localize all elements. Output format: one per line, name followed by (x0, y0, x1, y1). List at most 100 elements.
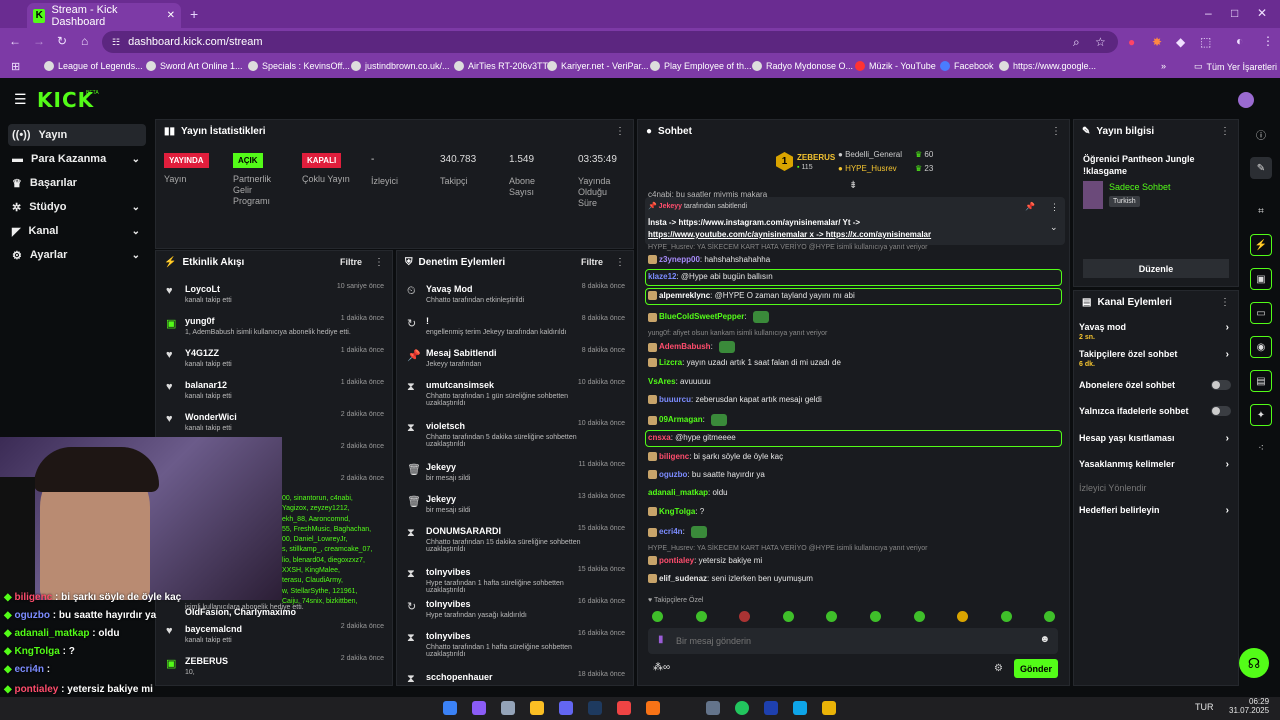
top-gifter-3[interactable]: ● HYPE_Husrev (838, 164, 897, 173)
moderation-target[interactable]: Jekeyy (426, 494, 456, 504)
emote-icon[interactable] (652, 611, 663, 622)
start-icon[interactable] (443, 701, 457, 715)
chevron-down-icon[interactable]: ⌄ (1050, 222, 1058, 233)
activity-user[interactable]: Y4G1ZZ (185, 348, 219, 358)
bookmark-0[interactable]: League of Legends... (44, 61, 143, 71)
minimize-icon[interactable]: – (1205, 6, 1212, 20)
sidebar-item-ayarlar[interactable]: ⚙ Ayarlar ⌄ (8, 244, 146, 266)
app-icon-2[interactable] (706, 701, 720, 715)
clock[interactable]: 06:29 31.07.2025 (1229, 697, 1269, 715)
collapse-icon[interactable]: ⇟ (849, 180, 857, 191)
chat-icon[interactable]: ▭ (1250, 302, 1272, 324)
channel-action[interactable]: Yalnızca ifadelerle sohbet (1079, 406, 1231, 416)
bolt-icon[interactable]: ⚡ (1250, 234, 1272, 256)
chat-settings-icon[interactable]: ⚙ (994, 663, 1003, 674)
more-bookmarks-icon[interactable]: » (1161, 61, 1166, 71)
task-view-icon[interactable] (501, 701, 515, 715)
channel-action[interactable]: Yasaklanmış kelimeler › (1079, 459, 1231, 470)
chat-input[interactable]: ▮ ☻ (648, 628, 1058, 654)
chat-username[interactable]: cnsxa (648, 433, 671, 442)
apps-grid-icon[interactable]: ⊞ (11, 60, 20, 73)
new-tab-icon[interactable]: + (190, 6, 198, 22)
extension-icon-2[interactable]: ✸ (1152, 35, 1162, 49)
moderation-target[interactable]: Jekeyy (426, 462, 456, 472)
pinned-by-user[interactable]: Jekeyy (659, 203, 682, 210)
forward-icon[interactable]: → (33, 34, 45, 48)
sidebar-item-yayin[interactable]: ((•)) Yayın (8, 124, 146, 146)
chat-username[interactable]: 09Armagan (659, 415, 703, 424)
channel-action[interactable]: Yavaş mod 2 sn. › (1079, 322, 1231, 341)
moderation-target[interactable]: Yavaş Mod (426, 284, 473, 294)
channel-action[interactable]: Hesap yaşı kısıtlaması › (1079, 433, 1231, 444)
extension-icon-3[interactable]: ◆ (1176, 35, 1185, 49)
close-tab-icon[interactable]: ✕ (167, 10, 175, 21)
extensions-puzzle-icon[interactable]: ⬚ (1200, 35, 1211, 49)
sidebar-item-studyo[interactable]: ✲ Stüdyo ⌄ (8, 196, 146, 218)
edit-button[interactable]: Düzenle (1083, 259, 1229, 278)
moderation-target[interactable]: tolnyvibes (426, 567, 471, 577)
steam-icon[interactable] (588, 701, 602, 715)
apps-icon[interactable]: ⁖ (1250, 437, 1272, 459)
bookmark-7[interactable]: Radyo Mydonose O... (752, 61, 853, 71)
bookmark-6[interactable]: Play Employee of th... (650, 61, 752, 71)
bookmark-8[interactable]: Müzik - YouTube (855, 61, 936, 71)
chat-username[interactable]: AdemBabush (659, 342, 711, 351)
activity-user[interactable]: LoycoLt (185, 284, 220, 294)
support-icon[interactable]: ☊ (1239, 648, 1269, 678)
activity-user[interactable]: balanar12 (185, 380, 227, 390)
zoom-icon[interactable]: ⌕ (1073, 35, 1080, 50)
chat-username[interactable]: pontialey (659, 556, 694, 565)
send-button[interactable]: Gönder (1014, 659, 1058, 678)
activity-user[interactable]: WonderWici (185, 412, 237, 422)
all-bookmarks-folder[interactable]: ▭ Tüm Yer İşaretleri (1194, 61, 1277, 72)
bookmark-2[interactable]: Specials : KevinsOff... (248, 61, 350, 71)
steam-icon-2[interactable] (764, 701, 778, 715)
url-field[interactable]: ☷ dashboard.kick.com/stream (102, 31, 1118, 53)
activity-user[interactable]: ZEBERUS (185, 656, 228, 666)
chat-username[interactable]: adanali_matkap (648, 488, 708, 497)
chrome-icon[interactable] (617, 701, 631, 715)
chat-username[interactable]: oguzbo (659, 470, 687, 479)
emote-icon[interactable] (913, 611, 925, 622)
moderation-target[interactable]: Mesaj Sabitlendi (426, 348, 497, 358)
emote-icon[interactable] (695, 611, 707, 622)
broadcast-icon[interactable]: ◉ (1250, 336, 1272, 358)
chat-username[interactable]: KngTolga (659, 507, 695, 516)
moderation-target[interactable]: tolnyvibes (426, 631, 471, 641)
back-icon[interactable]: ← (9, 34, 21, 48)
chat-username[interactable]: BlueColdSweetPepper (659, 312, 744, 321)
spotify-icon[interactable] (735, 701, 749, 715)
mic-icon[interactable]: ▮ (658, 634, 664, 645)
moderation-target[interactable]: scchopenhauer (426, 672, 493, 682)
language-indicator[interactable]: TUR (1195, 702, 1214, 712)
filter-button[interactable]: Filtre (340, 257, 362, 267)
chat-username[interactable]: alpemreklync (659, 291, 710, 300)
window-close-icon[interactable]: ✕ (1257, 6, 1267, 20)
bookmark-3[interactable]: justindbrown.co.uk/... (351, 61, 450, 71)
explorer-icon[interactable] (530, 701, 544, 715)
kick-points-icon[interactable]: ⁂∞ (653, 662, 670, 673)
more-icon[interactable]: ⋮ (1051, 126, 1061, 137)
copilot-icon[interactable] (472, 701, 486, 715)
bookmark-1[interactable]: Sword Art Online 1... (146, 61, 243, 71)
bookmark-star-icon[interactable]: ☆ (1095, 35, 1106, 49)
home-icon[interactable]: ⌂ (81, 34, 88, 48)
moderation-target[interactable]: DONUMSARARDI (426, 526, 501, 536)
unpin-icon[interactable]: 📌 (1025, 202, 1035, 211)
activity-user[interactable]: yung0f (185, 316, 215, 326)
top-gifter-2[interactable]: ● Bedelli_General (838, 150, 902, 159)
reload-icon[interactable]: ↻ (57, 34, 67, 48)
chat-message-field[interactable] (676, 632, 1026, 650)
emote-icon[interactable] (782, 611, 794, 622)
moderation-target[interactable]: ! (426, 316, 429, 326)
filter-button[interactable]: Filtre (581, 257, 603, 267)
emote-icon[interactable] (1000, 611, 1012, 622)
chat-username[interactable]: elif_sudenaz (659, 574, 707, 583)
bookmark-9[interactable]: Facebook (940, 61, 994, 71)
moderation-target[interactable]: umutcansimsek (426, 380, 494, 390)
crop-icon[interactable]: ⌗ (1250, 200, 1272, 222)
chat-username[interactable]: z3ynepp00 (659, 255, 700, 264)
moderation-target[interactable]: violetsch (426, 421, 465, 431)
chat-username[interactable]: VsAres (648, 377, 676, 386)
chat-username[interactable]: Lizcra (659, 358, 682, 367)
